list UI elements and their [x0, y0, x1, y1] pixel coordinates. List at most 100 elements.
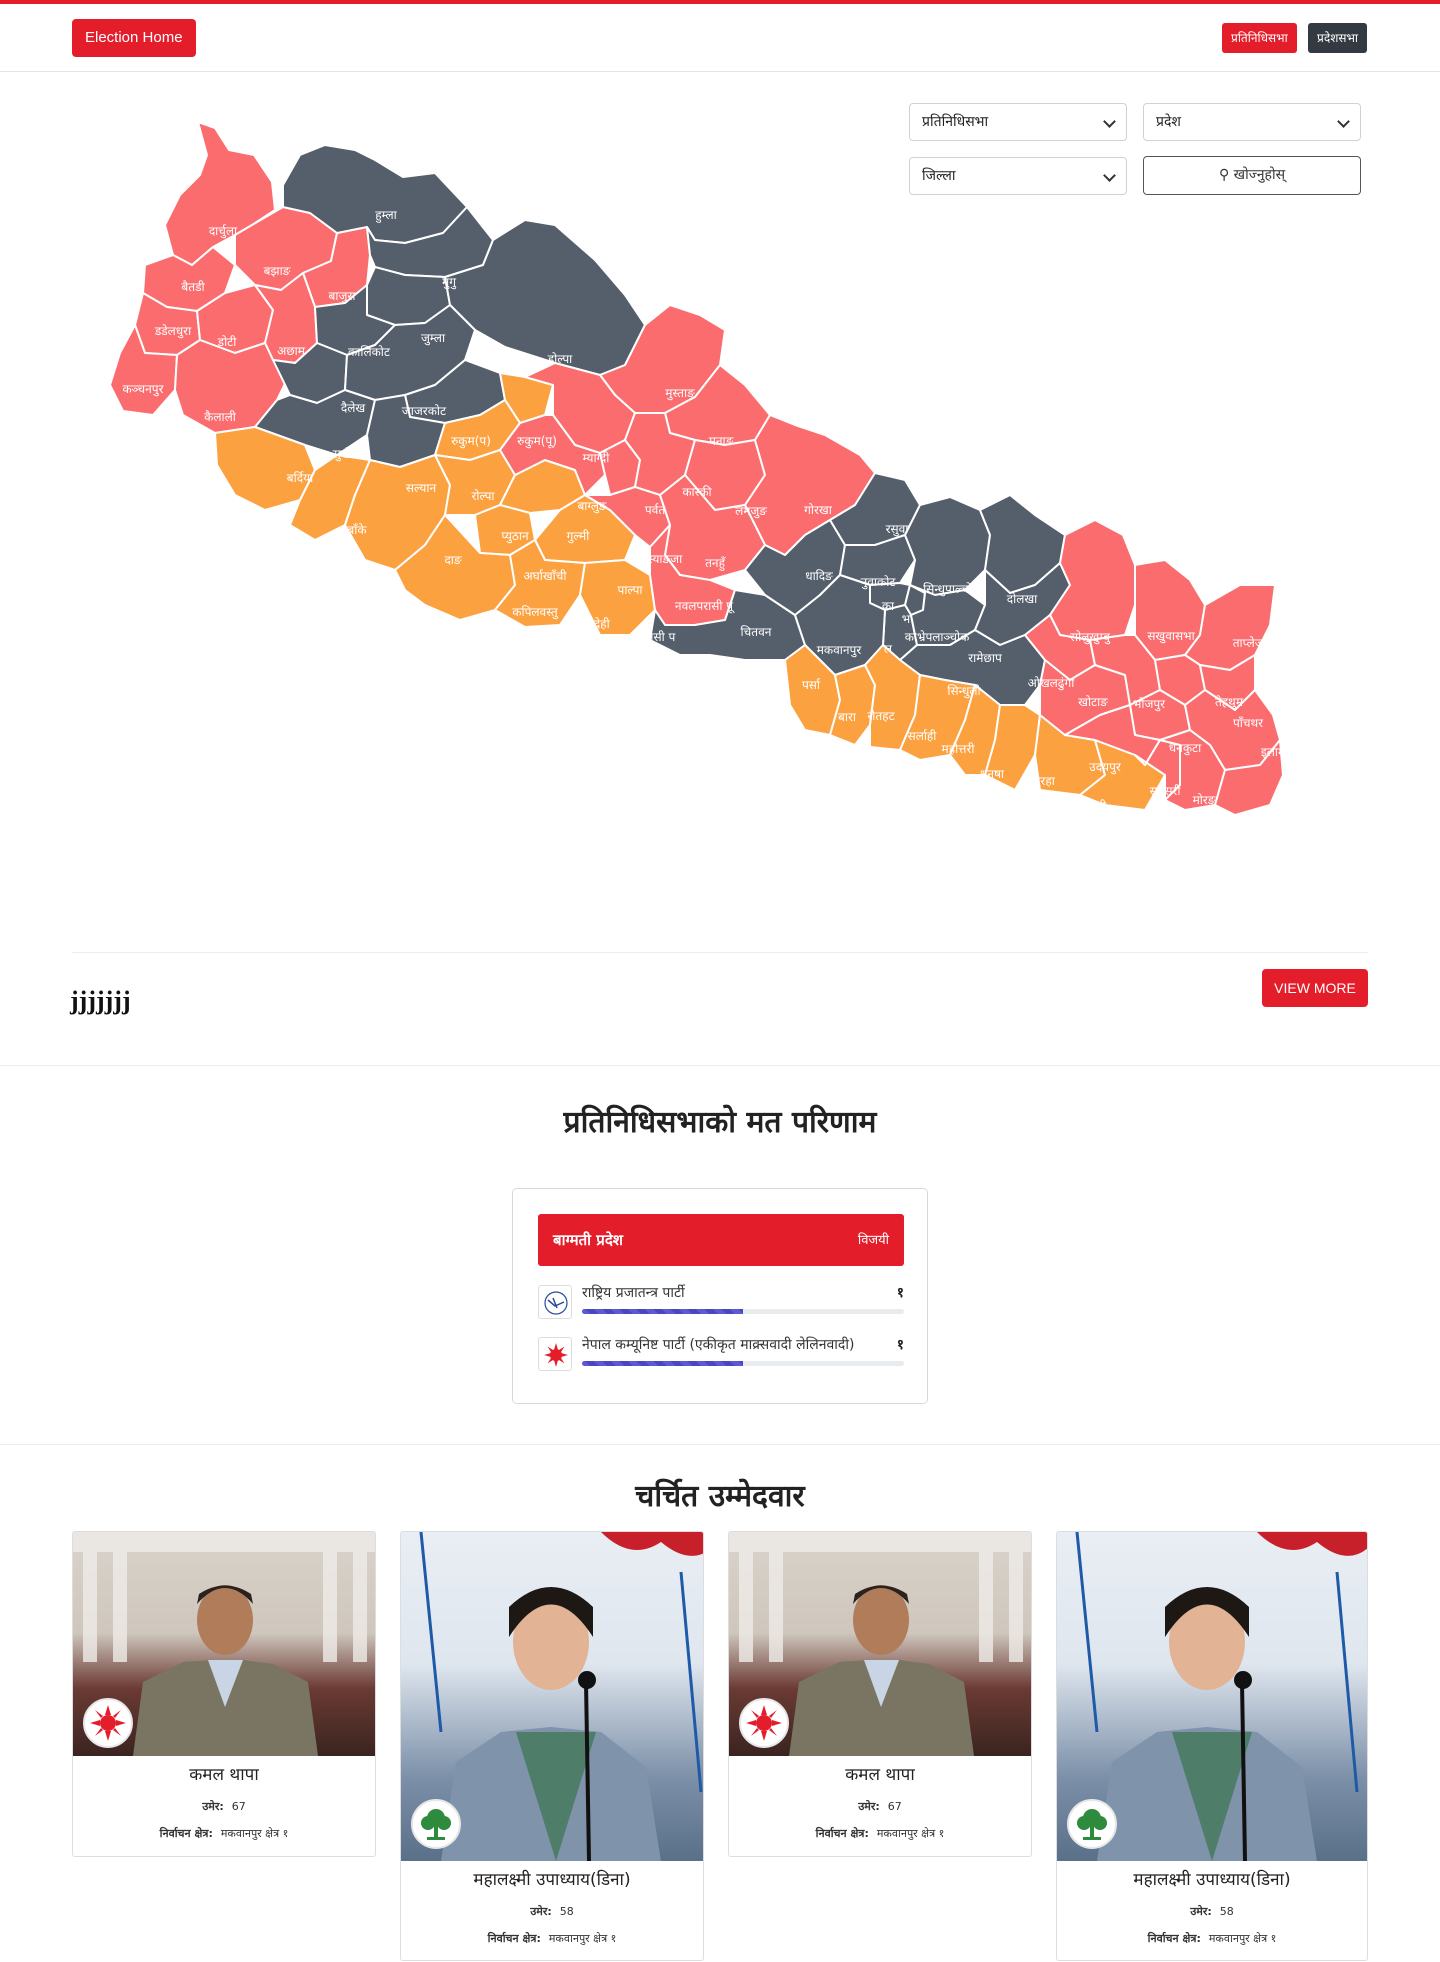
label-sankhuwasabha: सखुवासभा — [1147, 629, 1195, 644]
results-card: बाग्मती प्रदेश विजयी राष्ट्रिय प्रजातन्त… — [512, 1188, 928, 1404]
label-panchthar: पाँचथर — [1233, 716, 1264, 730]
chevron-down-icon — [1337, 115, 1350, 128]
label-manang: मनाङ — [709, 434, 734, 448]
election-home-button[interactable]: Election Home — [72, 19, 196, 57]
label-parsa: पर्सा — [802, 678, 821, 692]
label-baglung: बाग्लुङ — [577, 499, 606, 514]
label-dang: दाङ — [444, 553, 461, 567]
candidate-photo — [401, 1532, 703, 1861]
label-jajarkot: जाजरकोट — [402, 404, 447, 418]
sun-icon — [83, 1698, 133, 1748]
label-bajura: बाजुरा — [329, 289, 357, 304]
age-value: 67 — [231, 1800, 246, 1813]
label-lamjung: लमजुङ — [735, 504, 767, 519]
label-rukum-west: रुकुम(प) — [451, 434, 491, 449]
age-label: उमेर: — [202, 1800, 224, 1813]
candidate-constituency: निर्वाचन क्षेत्र: मकवानपुर क्षेत्र १ — [729, 1826, 1031, 1841]
candidate-name: महालक्ष्मी उपाध्याय(डिना) — [473, 1870, 631, 1890]
label-jhapa: झापा — [1260, 803, 1283, 817]
candidate-photo — [729, 1532, 1031, 1756]
constituency-value: मकवानपुर क्षेत्र १ — [876, 1827, 945, 1840]
label-udayapur: उदयपुर — [1089, 760, 1122, 775]
constituency-label: निर्वाचन क्षेत्र: — [815, 1827, 869, 1840]
candidate-age: उमेर: 67 — [73, 1799, 375, 1814]
label-rolpa: रोल्पा — [471, 489, 495, 503]
view-more-button[interactable]: VIEW MORE — [1262, 969, 1368, 1007]
label-mugu: मुगु — [442, 275, 457, 290]
label-sarlahi: सर्लाही — [908, 729, 938, 743]
label-darchula: दार्चुला — [209, 224, 238, 239]
label-saptari: सप्तरी — [1080, 799, 1108, 813]
label-arghakhanchi: अर्घाखाँची — [523, 569, 567, 583]
tree-icon — [1067, 1799, 1117, 1849]
sun-icon — [538, 1337, 572, 1371]
label-baitadi: बैतडी — [181, 280, 205, 294]
label-lalitpur: ल — [884, 642, 893, 656]
pradesh-sabha-button[interactable]: प्रदेशसभा — [1308, 23, 1368, 53]
label-parbat: पर्वत — [645, 503, 666, 517]
candidate-age: उमेर: 58 — [401, 1904, 703, 1919]
age-label: उमेर: — [858, 1800, 880, 1813]
section-divider — [72, 952, 1368, 953]
section-rule — [0, 1444, 1440, 1445]
label-gulmi: गुल्मी — [567, 529, 591, 544]
label-bhaktapur: भ — [902, 612, 911, 626]
constituency-value: मकवानपुर क्षेत्र १ — [1208, 1932, 1277, 1945]
label-nawalparasi-east: नवलपरासी पू — [675, 599, 735, 614]
candidate-constituency: निर्वाचन क्षेत्र: मकवानपुर क्षेत्र १ — [1057, 1931, 1367, 1946]
label-kailali: कैलाली — [204, 410, 237, 424]
candidate-age: उमेर: 58 — [1057, 1904, 1367, 1919]
party-seats: १ — [896, 1337, 904, 1353]
candidate-card[interactable]: कमल थापा उमेर: 67 निर्वाचन क्षेत्र: मकवानप… — [72, 1531, 376, 1857]
candidate-age: उमेर: 67 — [729, 1799, 1031, 1814]
label-mahottari: महोत्तरी — [942, 742, 976, 756]
age-value: 67 — [887, 1800, 902, 1813]
label-dadeldhura: डडेलधुरा — [154, 324, 192, 339]
age-label: उमेर: — [1190, 1905, 1212, 1918]
candidate-name: कमल थापा — [845, 1765, 915, 1785]
candidate-card[interactable]: महालक्ष्मी उपाध्याय(डिना) उमेर: 58 निर्वा… — [1056, 1531, 1368, 1961]
district-sindhupalchok[interactable] — [904, 496, 991, 596]
province-name: बाग्मती प्रदेश — [553, 1231, 623, 1249]
label-nuwakot: नुवाकोट — [861, 575, 897, 590]
label-pyuthan: प्युठान — [501, 529, 529, 544]
party-row[interactable]: राष्ट्रिय प्रजातन्त्र पार्टी १ — [538, 1281, 904, 1321]
party-seats: १ — [896, 1285, 904, 1301]
label-kaski: कास्की — [682, 485, 712, 499]
sun-icon — [739, 1698, 789, 1748]
label-terhathum: तेह्रथुम — [1215, 695, 1244, 710]
candidate-card[interactable]: महालक्ष्मी उपाध्याय(डिना) उमेर: 58 निर्वा… — [400, 1531, 704, 1961]
label-rupandehi: रुपन्देही — [576, 617, 610, 631]
candidate-name: कमल थापा — [189, 1765, 259, 1785]
label-dolpa: डोल्पा — [547, 352, 573, 366]
constituency-label: निर्वाचन क्षेत्र: — [1147, 1932, 1201, 1945]
constituency-label: निर्वाचन क्षेत्र: — [159, 1827, 213, 1840]
label-syangja: स्याङजा — [648, 552, 683, 566]
label-rasuwa: रसुवा — [886, 522, 910, 537]
label-siraha: सिरहा — [1029, 774, 1056, 788]
party-name: राष्ट्रिय प्रजातन्त्र पार्टी — [582, 1285, 685, 1301]
label-khotang: खोटाङ — [1078, 695, 1108, 709]
label-kalikot: कालिकोट — [348, 345, 391, 359]
candidate-constituency: निर्वाचन क्षेत्र: मकवानपुर क्षेत्र १ — [401, 1931, 703, 1946]
tree-icon — [411, 1799, 461, 1849]
party-progress — [582, 1361, 904, 1366]
label-myagdi: म्याग्दी — [583, 451, 611, 465]
province-header[interactable]: बाग्मती प्रदेश विजयी — [538, 1214, 904, 1266]
party-progress-fill — [582, 1309, 743, 1314]
label-bara: बारा — [838, 710, 857, 724]
party-name: नेपाल कम्यूनिष्ट पार्टी (एकीकृत माक्र्सव… — [582, 1337, 855, 1353]
label-dhanusha: धनुषा — [980, 767, 1005, 782]
section-rule — [0, 1065, 1440, 1066]
label-banke: बाँके — [347, 523, 367, 537]
party-row[interactable]: नेपाल कम्यूनिष्ट पार्टी (एकीकृत माक्र्सव… — [538, 1333, 904, 1373]
site-header: Election Home प्रतिनिधिसभा प्रदेशसभा — [0, 4, 1440, 72]
label-rautahat: रौतहट — [867, 709, 895, 723]
candidate-card[interactable]: कमल थापा उमेर: 67 निर्वाचन क्षेत्र: मकवानप… — [728, 1531, 1032, 1857]
nepal-district-map[interactable]: दार्चुला बझाङ बैतडी बाजुरा डडेलधुरा डोटी… — [105, 115, 1325, 855]
label-solukhumbu: सोलुखुम्बु — [1070, 630, 1111, 645]
label-doti: डोटी — [217, 335, 238, 349]
pratinidhi-sabha-button[interactable]: प्रतिनिधिसभा — [1222, 23, 1297, 53]
news-title[interactable]: jjjjjjj — [70, 986, 131, 1016]
candidate-name: महालक्ष्मी उपाध्याय(डिना) — [1133, 1870, 1291, 1890]
